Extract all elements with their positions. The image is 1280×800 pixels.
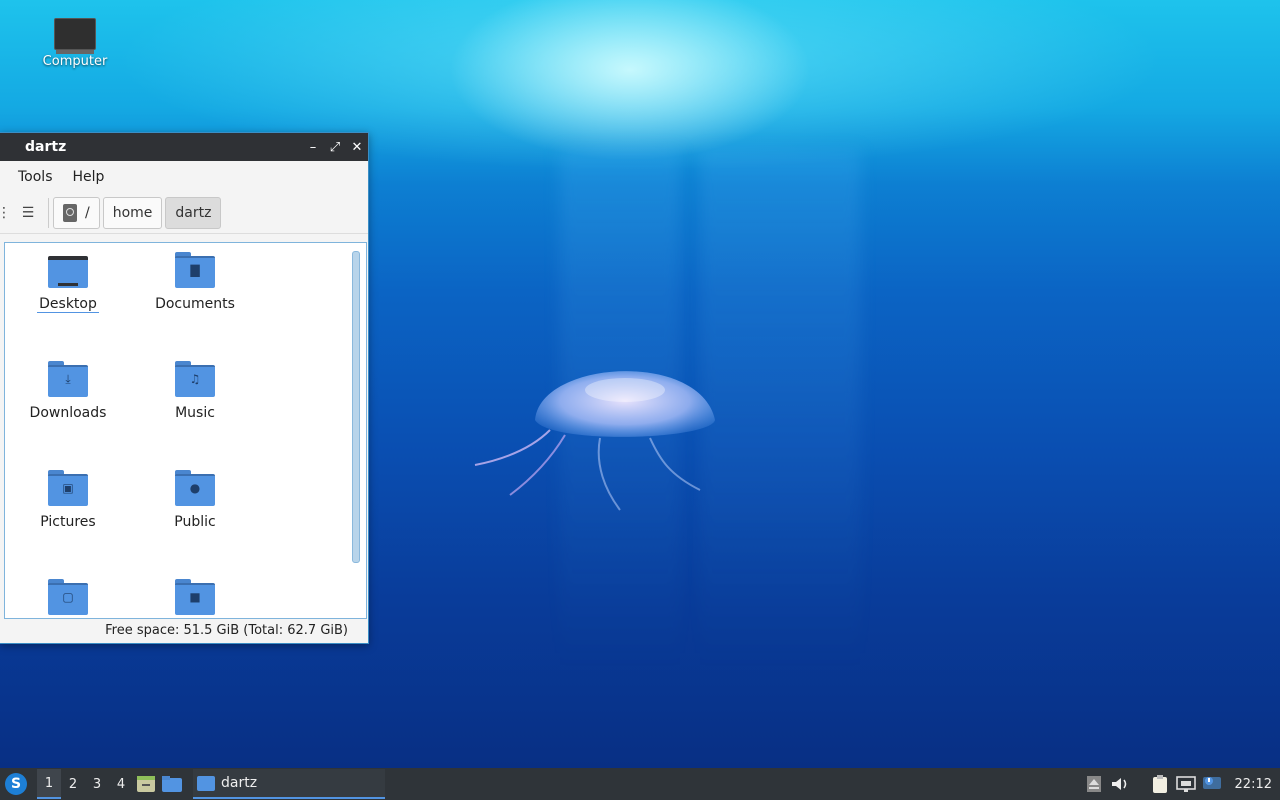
clipboard-icon[interactable] (1149, 774, 1171, 794)
folder-item-videos[interactable]: ■ (140, 579, 250, 615)
workspace-2[interactable]: 2 (61, 777, 85, 792)
start-menu-icon[interactable]: S (5, 773, 27, 795)
show-desktop-icon[interactable] (135, 774, 157, 794)
folder-item-documents[interactable]: ▇ Documents (140, 252, 250, 312)
desktop-icon-computer[interactable]: Computer (36, 16, 114, 69)
breadcrumb-dartz[interactable]: dartz (165, 197, 222, 229)
folder-item-desktop[interactable]: Desktop (13, 252, 123, 313)
breadcrumb-label: home (112, 205, 153, 221)
close-icon[interactable]: ✕ (346, 140, 368, 155)
music-folder-icon: ♫ (175, 361, 215, 397)
status-bar: Free space: 51.5 GiB (Total: 62.7 GiB) (105, 623, 348, 638)
file-view[interactable]: Desktop ▇ Documents ⤓ Downloads ♫ Music … (4, 242, 367, 619)
menu-tools[interactable]: Tools (18, 169, 53, 185)
breadcrumb-label: dartz (175, 205, 212, 221)
task-label: dartz (221, 775, 258, 791)
folder-item-pictures[interactable]: ▣ Pictures (13, 470, 123, 530)
eject-icon[interactable] (1083, 774, 1105, 794)
item-label: Documents (155, 296, 235, 312)
taskbar: S 1 2 3 4 dartz 22:12 (0, 768, 1280, 800)
network-icon[interactable] (1175, 774, 1197, 794)
item-label: Public (174, 514, 216, 530)
toolbar: ⋮ ☰ / home dartz (0, 193, 368, 234)
notification-icon[interactable] (1201, 774, 1223, 794)
menu-bar: Tools Help (0, 161, 368, 193)
item-label: Desktop (37, 296, 99, 313)
workspace-3[interactable]: 3 (85, 777, 109, 792)
item-label: Downloads (29, 405, 107, 421)
clock[interactable]: 22:12 (1235, 777, 1272, 792)
folder-item-downloads[interactable]: ⤓ Downloads (13, 361, 123, 421)
item-label: Music (175, 405, 215, 421)
taskbar-window-dartz[interactable]: dartz (193, 769, 385, 799)
breadcrumb-label: / (85, 205, 90, 221)
documents-folder-icon: ▇ (175, 252, 215, 288)
drive-icon (63, 204, 77, 222)
file-manager-window: dartz – ⤢ ✕ Tools Help ⋮ ☰ / home dartz … (0, 132, 369, 644)
folder-item-music[interactable]: ♫ Music (140, 361, 250, 421)
breadcrumb-home[interactable]: home (102, 197, 163, 229)
monitor-icon (54, 18, 96, 50)
volume-icon[interactable] (1109, 774, 1131, 794)
desktop-icon-label: Computer (42, 54, 108, 69)
list-view-icon[interactable]: ☰ (8, 202, 48, 224)
folder-item-templates[interactable]: ▢ (13, 579, 123, 615)
window-titlebar[interactable]: dartz – ⤢ ✕ (0, 133, 368, 161)
window-title: dartz (25, 139, 67, 155)
templates-folder-icon: ▢ (48, 579, 88, 615)
workspace-4[interactable]: 4 (109, 777, 133, 792)
file-manager-launcher-icon[interactable] (161, 774, 183, 794)
jellyfish-image (474, 371, 715, 511)
minimize-icon[interactable]: – (302, 140, 324, 155)
videos-folder-icon: ■ (175, 579, 215, 615)
vertical-scrollbar[interactable] (352, 251, 360, 563)
workspace-1[interactable]: 1 (37, 769, 61, 799)
menu-help[interactable]: Help (73, 169, 105, 185)
view-icons-icon[interactable]: ⋮ (0, 202, 11, 224)
folder-item-public[interactable]: ● Public (140, 470, 250, 530)
desktop-folder-icon (48, 252, 88, 288)
folder-icon (197, 775, 215, 791)
maximize-icon[interactable]: ⤢ (324, 140, 346, 155)
pictures-folder-icon: ▣ (48, 470, 88, 506)
breadcrumb-root[interactable]: / (53, 197, 100, 229)
item-label: Pictures (40, 514, 96, 530)
public-folder-icon: ● (175, 470, 215, 506)
toolbar-divider (48, 198, 49, 228)
downloads-folder-icon: ⤓ (48, 361, 88, 397)
